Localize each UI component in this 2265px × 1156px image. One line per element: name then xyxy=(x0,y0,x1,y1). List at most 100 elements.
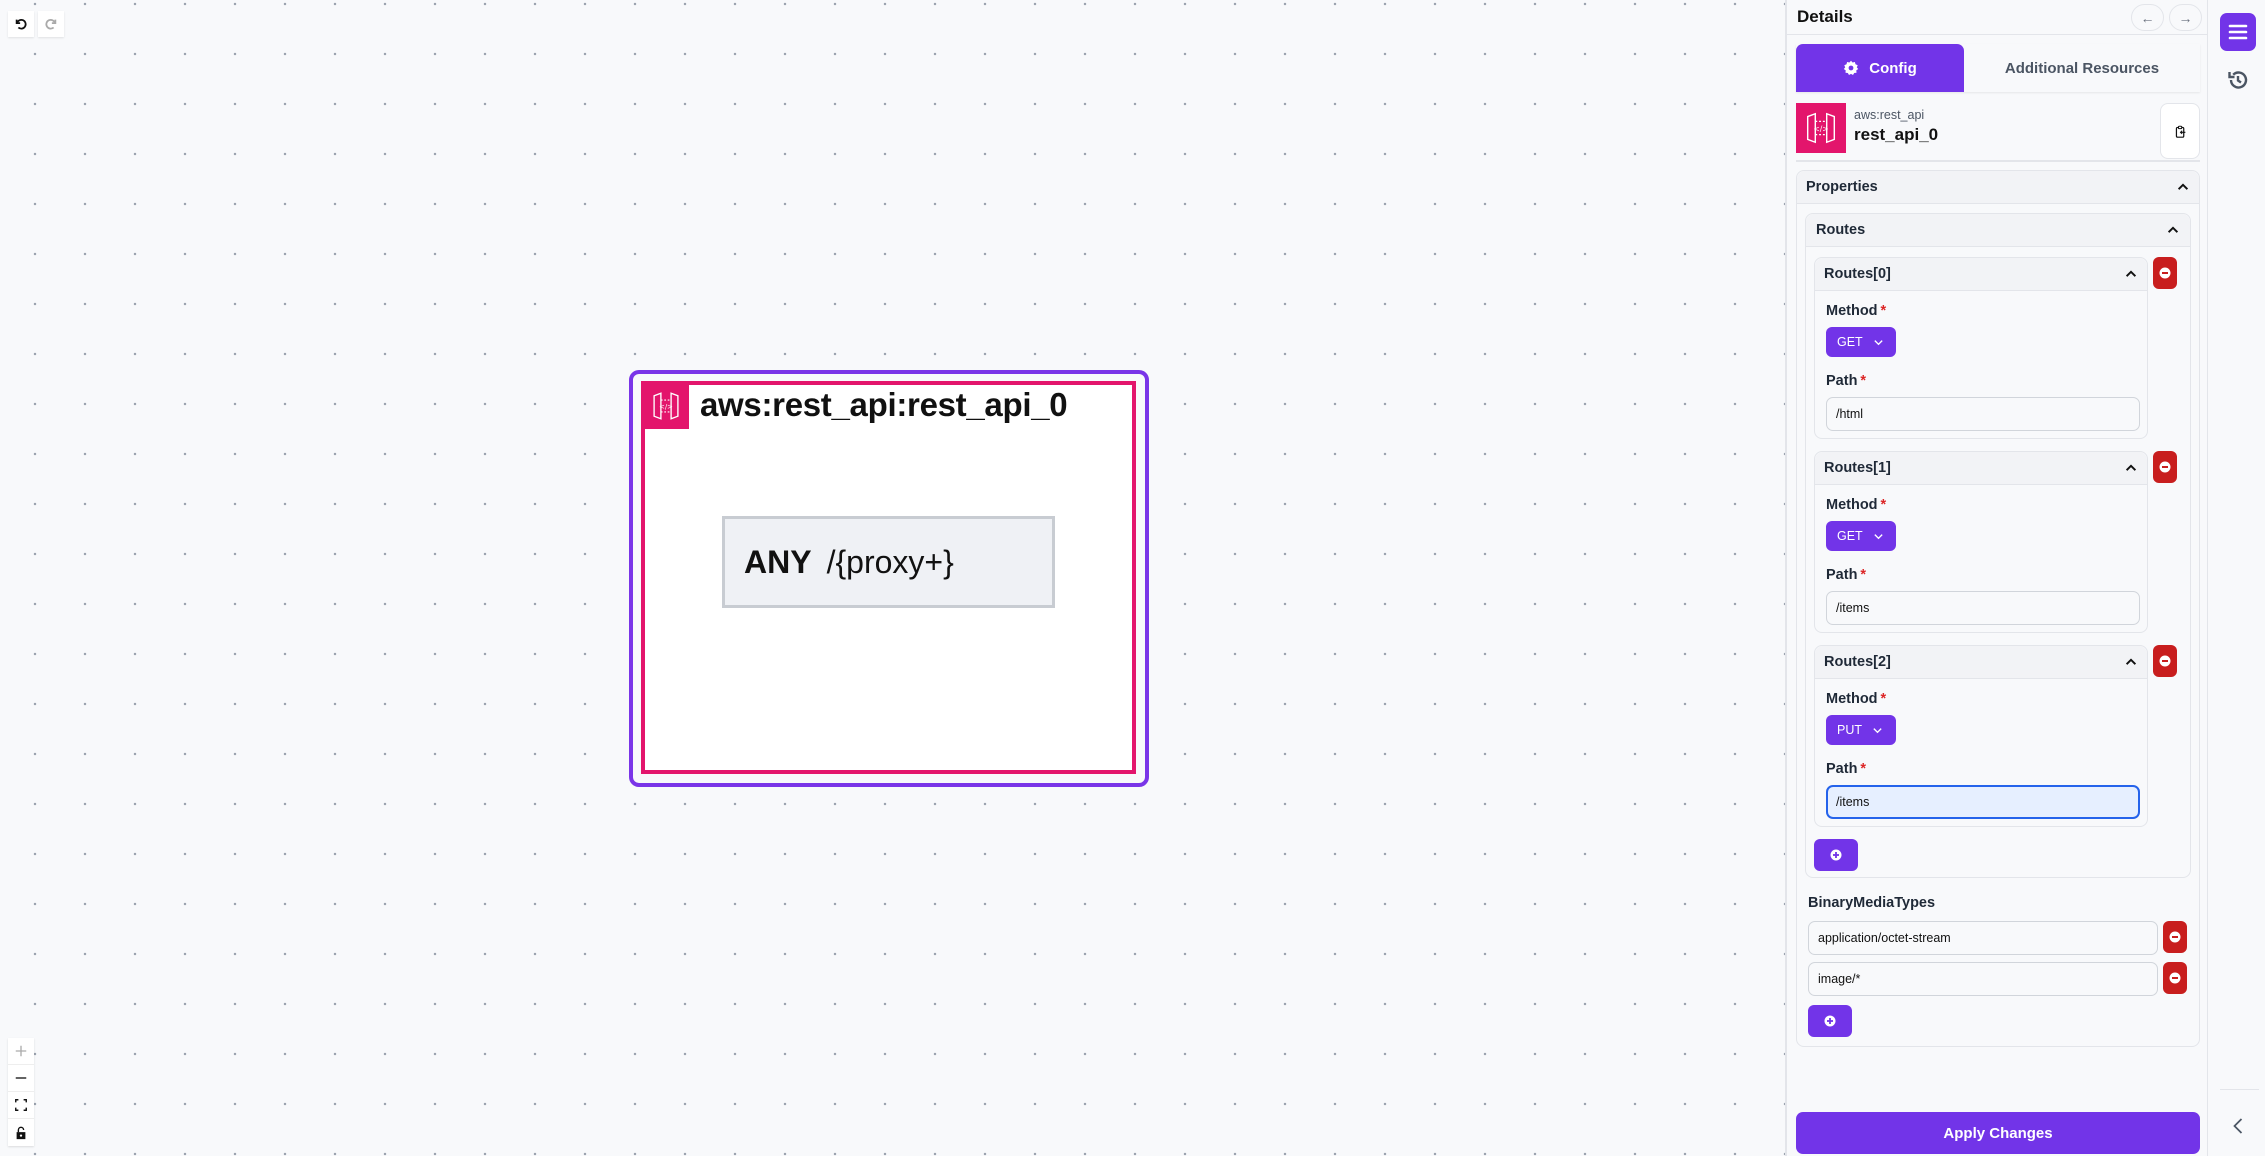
arrow-right-icon: → xyxy=(2178,9,2193,26)
collapse-panel-button[interactable] xyxy=(2224,1110,2252,1142)
fit-view-button[interactable] xyxy=(8,1092,34,1119)
chevron-up-icon xyxy=(2177,183,2189,190)
binary-media-type-input[interactable] xyxy=(1808,921,2158,955)
plus-circle-icon xyxy=(1824,1015,1836,1027)
resource-header: </> aws:rest_api rest_api_0 xyxy=(1796,103,2200,161)
route-item-header[interactable]: Routes[2] xyxy=(1815,646,2147,679)
toggle-interactivity-button[interactable] xyxy=(8,1119,34,1146)
lock-open-icon xyxy=(16,1126,26,1139)
add-binary-media-type-button[interactable] xyxy=(1808,1005,1852,1037)
divider xyxy=(1796,160,2200,162)
copy-id-button[interactable] xyxy=(2160,103,2200,159)
node-title: aws:rest_api:rest_api_0 xyxy=(700,386,1068,423)
path-input[interactable] xyxy=(1826,397,2140,431)
back-button[interactable]: ← xyxy=(2131,4,2164,31)
history-icon xyxy=(2228,71,2248,89)
undo-icon xyxy=(15,19,27,30)
path-input[interactable] xyxy=(1826,785,2140,819)
chevron-up-icon xyxy=(2125,658,2137,665)
chevron-up-icon xyxy=(2125,464,2137,471)
chevron-down-icon xyxy=(1874,533,1883,539)
chevron-down-icon xyxy=(1874,339,1883,345)
panel-title: Details xyxy=(1797,7,1853,26)
svg-text:</>: </> xyxy=(1813,124,1828,133)
remove-route-button[interactable] xyxy=(2153,257,2177,289)
routes-title: Routes xyxy=(1816,222,1866,238)
minus-circle-icon xyxy=(2159,461,2171,473)
route-item: Routes[2] Method * PUT Path * xyxy=(1814,645,2148,827)
route-path: /{proxy+} xyxy=(826,543,954,580)
forward-button[interactable]: → xyxy=(2169,4,2202,31)
redo-icon xyxy=(45,19,57,30)
route-item-title: Routes[1] xyxy=(1824,460,1891,476)
binary-media-type-input[interactable] xyxy=(1808,962,2158,996)
plus-circle-icon xyxy=(1830,849,1842,861)
remove-binary-media-type-button[interactable] xyxy=(2163,962,2187,994)
api-gateway-icon: </> xyxy=(1796,103,1846,153)
svg-text:</>: </> xyxy=(659,403,673,411)
details-panel: Details ← → Config Additional Resources … xyxy=(1785,0,2208,1156)
minus-circle-icon xyxy=(2169,931,2181,943)
resource-type: aws:rest_api xyxy=(1854,108,1925,122)
path-input[interactable] xyxy=(1826,591,2140,625)
routes-header[interactable]: Routes xyxy=(1806,214,2190,247)
method-value: PUT xyxy=(1837,723,1862,737)
route-method: ANY xyxy=(744,543,812,580)
gear-icon xyxy=(1844,60,1859,75)
minus-circle-icon xyxy=(2169,972,2181,984)
tab-additional-resources-label: Additional Resources xyxy=(2004,59,2160,77)
right-rail xyxy=(2208,0,2265,1156)
route-item-header[interactable]: Routes[1] xyxy=(1815,452,2147,485)
method-label: Method * xyxy=(1826,691,1887,707)
plus-icon xyxy=(15,1045,27,1057)
route-item: Routes[1] Method * GET Path * xyxy=(1814,451,2148,633)
history-button[interactable] xyxy=(2224,66,2252,94)
route-item-header[interactable]: Routes[0] xyxy=(1815,258,2147,291)
chevron-down-icon xyxy=(1873,727,1882,733)
remove-route-button[interactable] xyxy=(2153,451,2177,483)
binary-media-types-label: BinaryMediaTypes xyxy=(1808,895,1936,911)
properties-section: Properties Routes Routes[0] Method* GET xyxy=(1796,170,2200,1047)
apply-changes-button[interactable]: Apply Changes xyxy=(1796,1112,2200,1154)
properties-title: Properties xyxy=(1806,179,1878,195)
method-select[interactable]: GET xyxy=(1826,327,1896,357)
method-value: GET xyxy=(1837,529,1863,543)
routes-section: Routes Routes[0] Method * GET Path * /ht… xyxy=(1805,213,2191,878)
tab-config[interactable]: Config xyxy=(1796,44,1964,92)
minus-circle-icon xyxy=(2159,267,2171,279)
chevron-left-icon xyxy=(2233,1118,2243,1134)
diagram-canvas[interactable]: </> aws:rest_api:rest_api_0 ANY /{proxy+… xyxy=(0,0,1785,1156)
route-item-title: Routes[0] xyxy=(1824,266,1891,282)
tab-additional-resources[interactable]: Additional Resources xyxy=(1964,44,2200,92)
remove-route-button[interactable] xyxy=(2153,645,2177,677)
method-label: Method * xyxy=(1826,497,1887,513)
path-label: Path * xyxy=(1826,373,1867,389)
minus-circle-icon xyxy=(2159,655,2171,667)
zoom-in-button[interactable] xyxy=(8,1038,34,1065)
method-select[interactable]: GET xyxy=(1826,521,1896,551)
method-value: GET xyxy=(1837,335,1863,349)
remove-binary-media-type-button[interactable] xyxy=(2163,921,2187,953)
zoom-out-button[interactable] xyxy=(8,1065,34,1092)
hamburger-menu-icon xyxy=(2228,24,2248,40)
panel-header: Details ← → xyxy=(1787,0,2208,35)
zoom-controls xyxy=(8,1038,34,1146)
tab-config-label: Config xyxy=(1869,59,1917,77)
menu-button[interactable] xyxy=(2220,13,2256,51)
undo-redo-toolbar xyxy=(8,11,64,37)
route-item: Routes[0] Method * GET Path * xyxy=(1814,257,2148,439)
arrow-left-icon: ← xyxy=(2140,9,2155,26)
redo-button[interactable] xyxy=(38,11,64,37)
divider xyxy=(2220,1089,2259,1090)
route-item-title: Routes[2] xyxy=(1824,654,1891,670)
path-label: Path * xyxy=(1826,567,1867,583)
method-select[interactable]: PUT xyxy=(1826,715,1896,745)
route-node[interactable]: ANY /{proxy+} xyxy=(722,516,1055,608)
add-route-button[interactable] xyxy=(1814,839,1858,871)
method-label: Method * xyxy=(1826,303,1887,319)
chevron-up-icon xyxy=(2125,270,2137,277)
panel-tabs: Config Additional Resources xyxy=(1796,44,2200,92)
undo-button[interactable] xyxy=(8,11,34,37)
api-gateway-icon: </> xyxy=(643,383,689,429)
properties-header[interactable]: Properties xyxy=(1797,171,2199,204)
